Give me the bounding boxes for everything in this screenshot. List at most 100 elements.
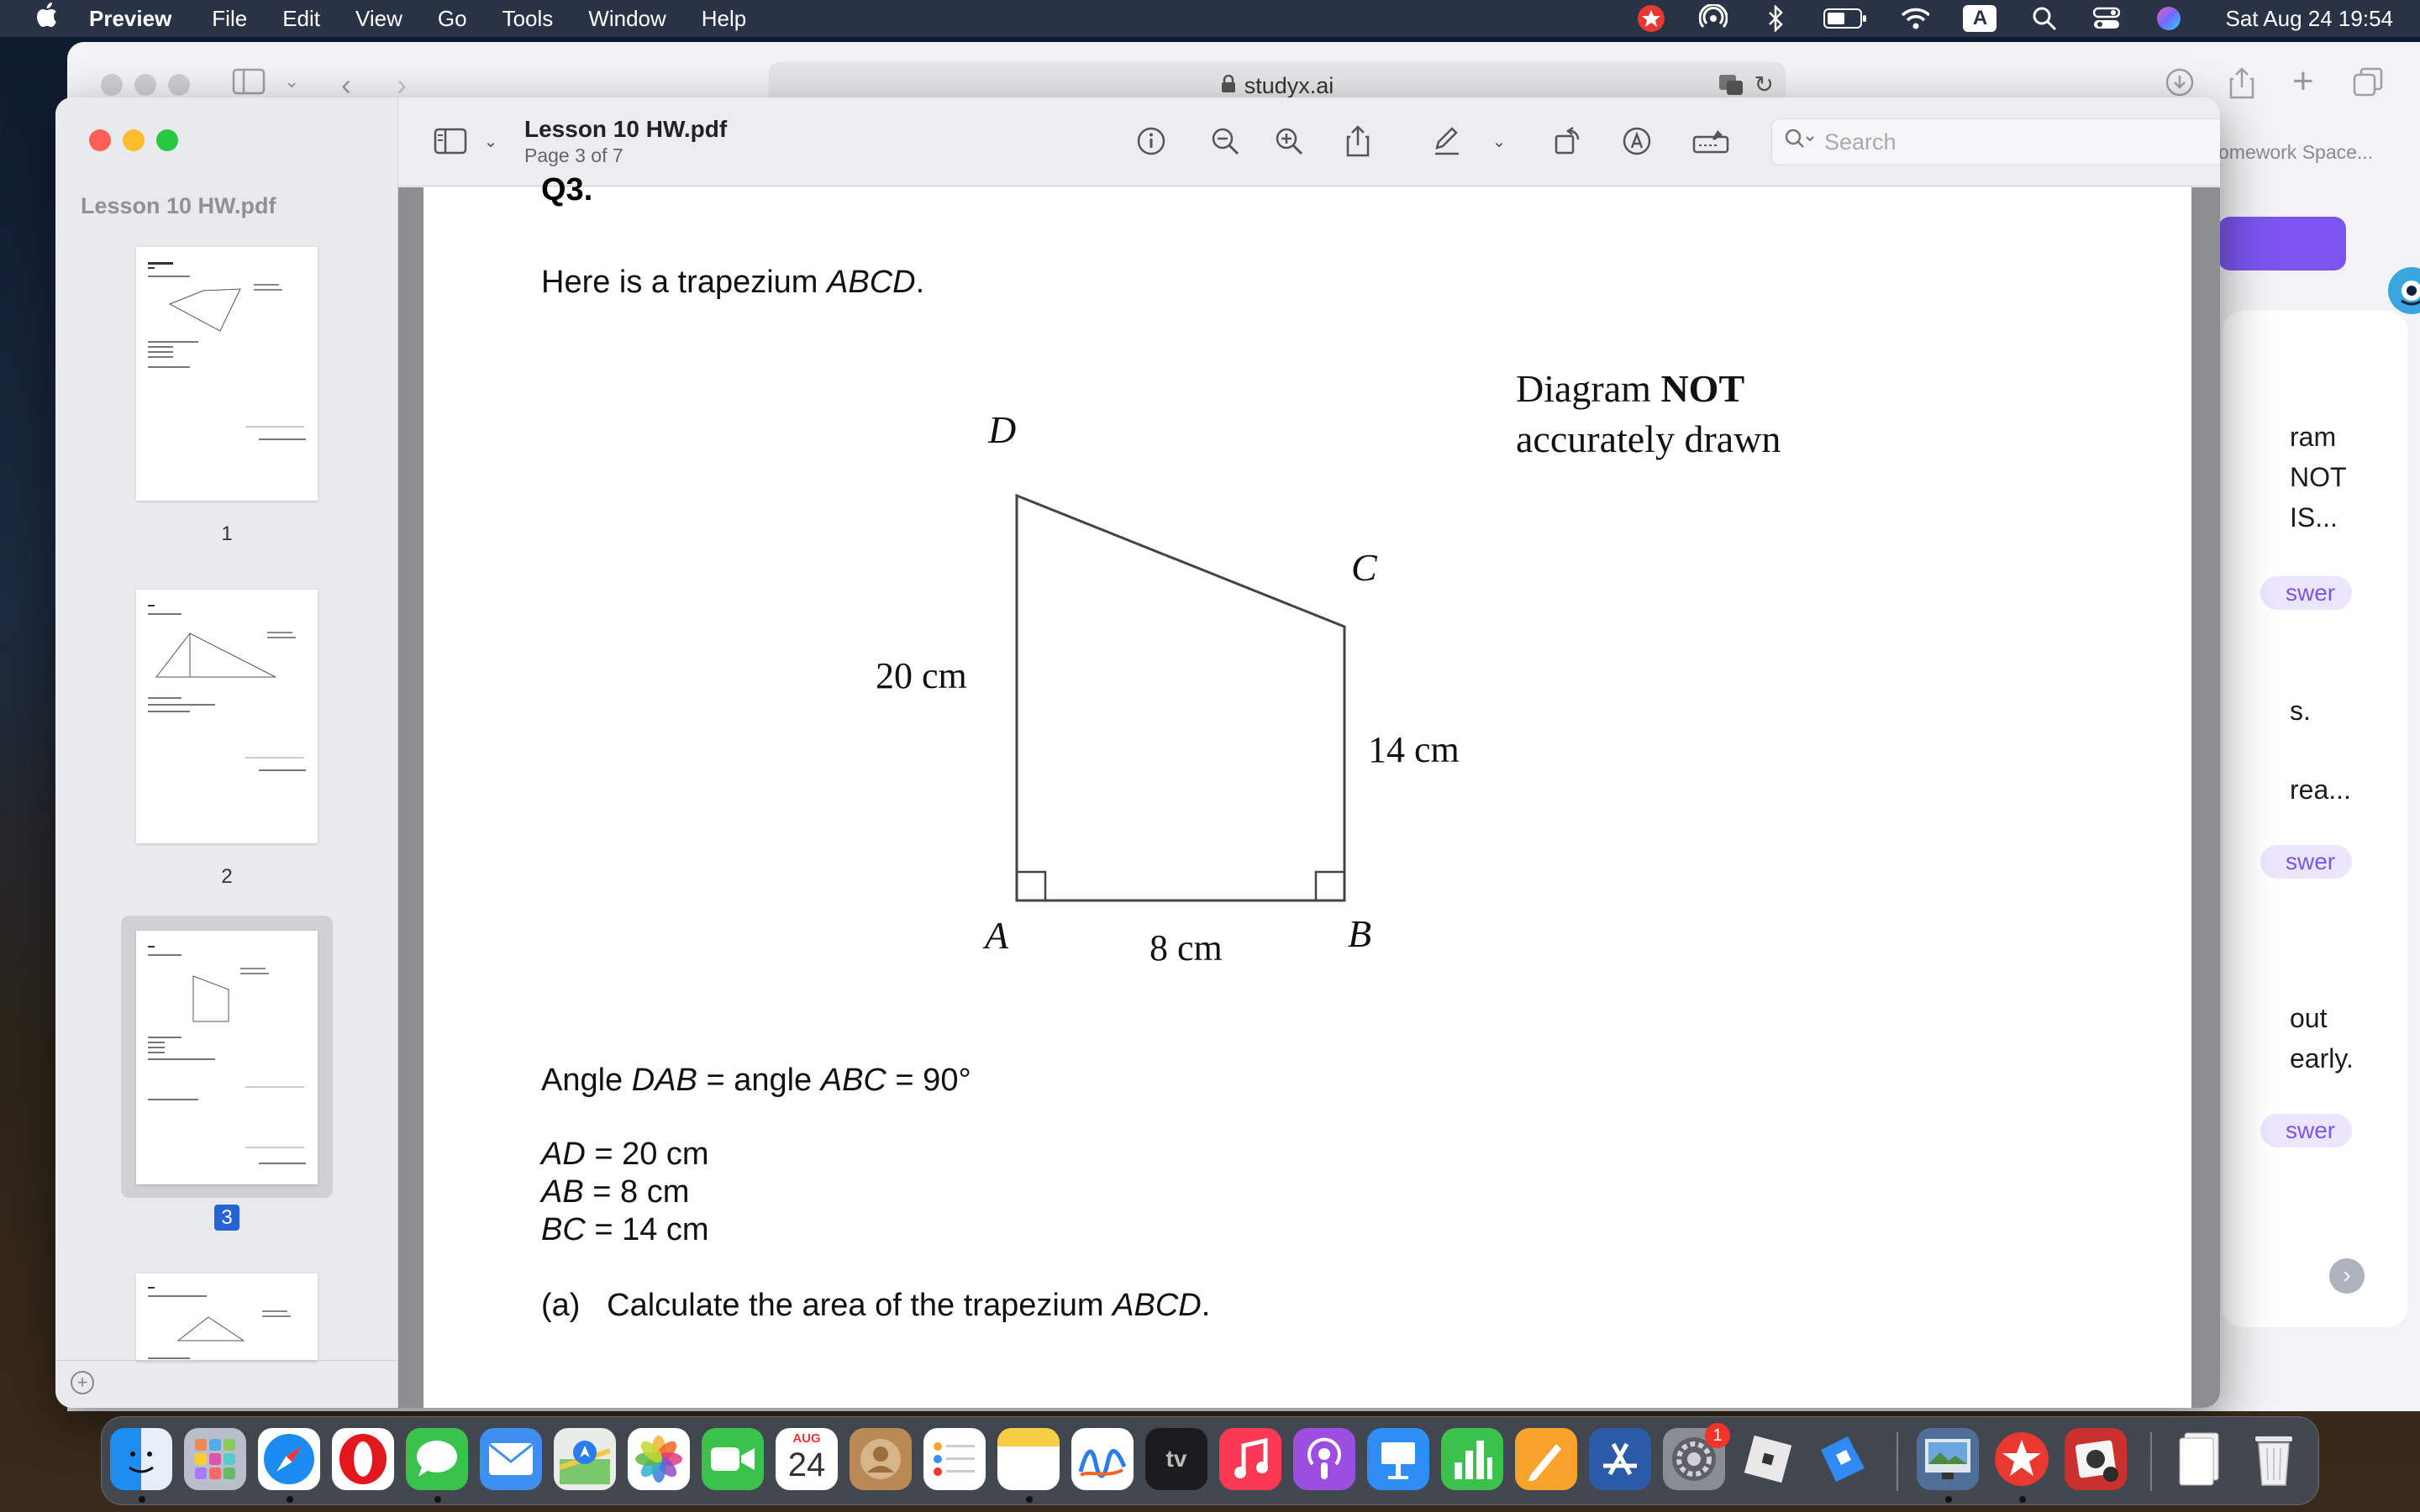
numbers-dock-icon[interactable] xyxy=(1441,1428,1503,1490)
app-store-dock-icon[interactable] xyxy=(1589,1428,1651,1490)
reload-icon[interactable]: ↻ xyxy=(1754,71,1774,98)
menu-bar: Preview File Edit View Go Tools Window H… xyxy=(0,0,2420,37)
page-thumbnail-4[interactable] xyxy=(136,1273,318,1361)
view-answer-pill[interactable]: swer xyxy=(2260,845,2353,879)
roblox-dock-icon[interactable] xyxy=(1737,1428,1799,1490)
podcasts-dock-icon[interactable] xyxy=(1293,1428,1355,1490)
calendar-day: 24 xyxy=(787,1446,826,1483)
form-fill-icon[interactable] xyxy=(1692,123,1729,160)
page-thumbnail-1[interactable] xyxy=(136,247,318,501)
side-label-bc: 14 cm xyxy=(1368,729,1460,770)
keynote-dock-icon[interactable] xyxy=(1367,1428,1429,1490)
studyx-mascot-icon[interactable] xyxy=(2388,267,2420,314)
control-center-icon[interactable] xyxy=(2092,4,2121,33)
view-options-chevron-icon[interactable]: ⌄ xyxy=(472,123,509,160)
notification-badge: 1 xyxy=(1705,1423,1730,1448)
dock-running-indicator xyxy=(2019,1496,2026,1503)
menu-window[interactable]: Window xyxy=(588,6,666,32)
facetime-dock-icon[interactable] xyxy=(702,1428,764,1490)
share-icon[interactable] xyxy=(2228,67,2255,107)
document-title: Lesson 10 HW.pdf xyxy=(524,116,728,142)
safari-zoom-button[interactable] xyxy=(168,74,190,96)
roblox-studio-dock-icon[interactable] xyxy=(1811,1428,1873,1490)
finder-dock-icon[interactable] xyxy=(110,1428,172,1490)
record-icon[interactable] xyxy=(1637,4,1665,33)
page-number-label: 2 xyxy=(221,865,233,888)
menu-edit[interactable]: Edit xyxy=(282,6,320,32)
airdrop-icon[interactable] xyxy=(1699,4,1728,33)
battery-icon[interactable] xyxy=(1823,4,1867,33)
photos-dock-icon[interactable] xyxy=(628,1428,690,1490)
wifi-icon[interactable] xyxy=(1901,4,1930,33)
annotate-icon[interactable] xyxy=(1618,123,1655,160)
trash-dock-icon[interactable] xyxy=(2243,1428,2305,1490)
menu-help[interactable]: Help xyxy=(702,6,746,32)
document-viewport[interactable]: Q3. Here is a trapezium ABCD. D C A B 20… xyxy=(398,172,2220,1408)
menu-bar-clock[interactable]: Sat Aug 24 19:54 xyxy=(2225,6,2393,32)
markup-pen-icon[interactable] xyxy=(1428,123,1465,160)
record-app-dock-icon[interactable] xyxy=(1991,1428,2053,1490)
new-tab-icon[interactable]: + xyxy=(2292,60,2314,102)
minimize-button[interactable] xyxy=(123,129,145,151)
page-thumbnail-3[interactable] xyxy=(136,931,318,1184)
system-settings-dock-icon[interactable]: 1 xyxy=(1663,1423,1730,1490)
photo-booth-dock-icon[interactable] xyxy=(2065,1428,2127,1490)
mail-dock-icon[interactable] xyxy=(480,1428,542,1490)
safari-dock-icon[interactable] xyxy=(258,1428,320,1490)
freeform-dock-icon[interactable] xyxy=(1071,1428,1134,1490)
tab-overview-icon[interactable] xyxy=(2353,67,2383,105)
close-button[interactable] xyxy=(89,129,111,151)
calendar-dock-icon[interactable]: AUG 24 xyxy=(776,1428,838,1490)
safari-minimize-button[interactable] xyxy=(134,74,156,96)
info-icon[interactable] xyxy=(1133,123,1170,160)
preview-window: Lesson 10 HW.pdf 1 2 3 + ⌄ Lesson 10 HW.… xyxy=(55,97,2220,1408)
answer-snippet: NOT xyxy=(2290,462,2347,492)
keyboard-input-icon[interactable]: A xyxy=(1963,5,1997,32)
apple-tv-dock-icon[interactable]: tv xyxy=(1145,1428,1207,1490)
page-number-label-selected: 3 xyxy=(55,1205,398,1231)
downloads-stack-dock-icon[interactable] xyxy=(2169,1428,2231,1490)
fact-bc: BC = 14 cm xyxy=(541,1212,709,1247)
zoom-out-icon[interactable] xyxy=(1207,123,1244,160)
zoom-button[interactable] xyxy=(156,129,178,151)
siri-icon[interactable] xyxy=(2154,4,2183,33)
page-thumbnail-2[interactable] xyxy=(136,590,318,843)
launchpad-dock-icon[interactable] xyxy=(184,1428,246,1490)
preview-dock-icon[interactable] xyxy=(1917,1428,1979,1490)
safari-close-button[interactable] xyxy=(101,74,123,96)
answer-snippet: out xyxy=(2290,1003,2328,1033)
fact-ab: AB = 8 cm xyxy=(541,1174,690,1210)
studyx-action-button[interactable] xyxy=(2218,217,2346,270)
sidebar-toggle-icon[interactable] xyxy=(432,123,469,160)
reminders-dock-icon[interactable] xyxy=(923,1428,986,1490)
view-answer-pill[interactable]: swer xyxy=(2260,576,2353,610)
contacts-dock-icon[interactable] xyxy=(850,1428,912,1490)
bluetooth-icon[interactable] xyxy=(1761,4,1790,33)
url-text: studyx.ai xyxy=(1244,72,1334,98)
menu-app-preview[interactable]: Preview xyxy=(89,6,171,32)
notes-dock-icon[interactable] xyxy=(997,1428,1060,1490)
search-field[interactable]: Search xyxy=(1771,118,2220,165)
opera-dock-icon[interactable] xyxy=(332,1428,394,1490)
zoom-in-icon[interactable] xyxy=(1270,123,1307,160)
vertex-label-a: A xyxy=(985,914,1009,957)
menu-go[interactable]: Go xyxy=(438,6,467,32)
page-breadcrumb[interactable]: omework Space... xyxy=(2218,141,2373,164)
share-icon[interactable] xyxy=(1339,123,1376,160)
apple-menu-icon[interactable] xyxy=(30,3,64,34)
tab-group-chevron-icon[interactable]: ⌄ xyxy=(284,71,299,92)
pages-dock-icon[interactable] xyxy=(1515,1428,1577,1490)
rotate-icon[interactable] xyxy=(1549,123,1586,160)
messages-dock-icon[interactable] xyxy=(406,1428,468,1490)
maps-dock-icon[interactable] xyxy=(554,1428,616,1490)
menu-file[interactable]: File xyxy=(212,6,247,32)
lock-icon xyxy=(1221,73,1236,99)
next-arrow-button[interactable]: › xyxy=(2329,1258,2365,1294)
view-answer-pill[interactable]: swer xyxy=(2260,1114,2353,1147)
markup-chevron-icon[interactable]: ⌄ xyxy=(1481,123,1518,160)
menu-view[interactable]: View xyxy=(355,6,402,32)
add-page-button[interactable]: + xyxy=(71,1371,94,1394)
music-dock-icon[interactable] xyxy=(1219,1428,1281,1490)
spotlight-search-icon[interactable] xyxy=(2030,4,2059,33)
menu-tools[interactable]: Tools xyxy=(502,6,554,32)
